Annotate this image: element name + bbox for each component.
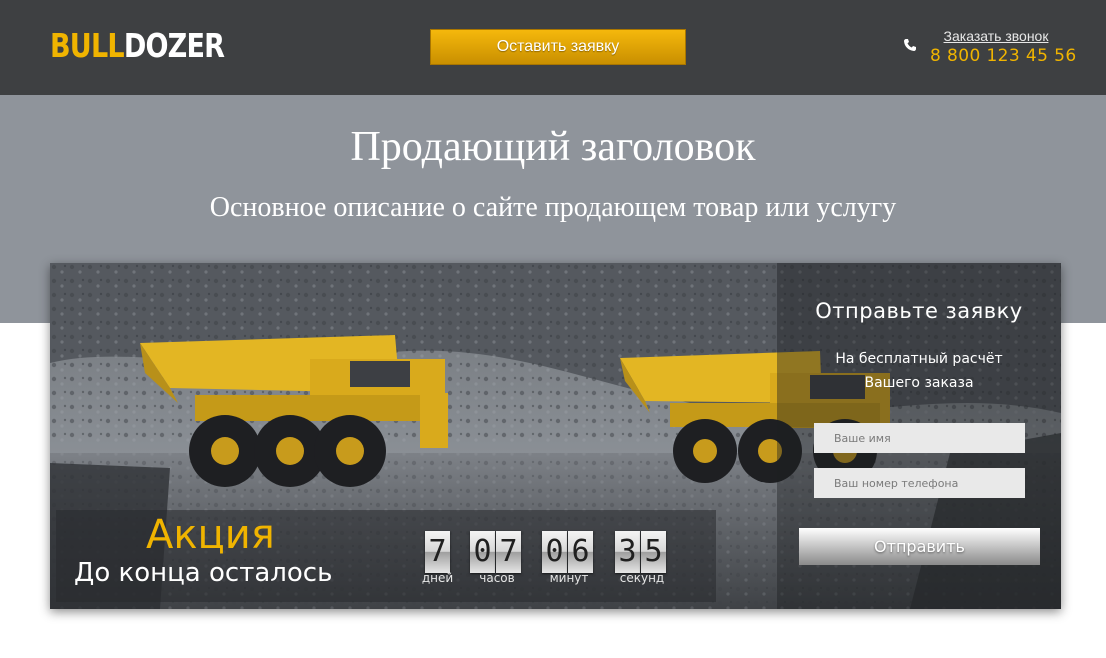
form-title: Отправьте заявку <box>815 299 1023 323</box>
hero-subtitle: Основное описание о сайте продающем това… <box>209 192 897 223</box>
countdown-seconds-label: секунд <box>619 571 665 585</box>
phone-input[interactable] <box>814 468 1025 498</box>
phone-icon <box>904 39 916 51</box>
form-subtitle: На бесплатный расчёт Вашего заказа <box>835 351 1003 391</box>
countdown-days-label: дней <box>421 571 454 585</box>
countdown-hours-digit-1: 0 <box>470 531 495 573</box>
countdown-seconds-digit-2: 5 <box>641 531 666 573</box>
countdown-minutes-digit-1: 0 <box>542 531 567 573</box>
promo-subtitle: До конца осталось <box>74 558 333 588</box>
site-header: BULLDOZER Оставить заявку Заказать звоно… <box>0 0 1106 95</box>
logo-part-dozer: DOZER <box>123 26 225 65</box>
logo[interactable]: BULLDOZER <box>50 26 225 66</box>
countdown-days-digit: 7 <box>425 531 450 573</box>
hero-image-panel: Акция До конца осталось 7 0 7 0 6 3 5 дн… <box>50 263 1061 609</box>
hero-title: Продающий заголовок <box>350 124 756 170</box>
callback-link[interactable]: Заказать звонок <box>930 28 1062 44</box>
countdown-minutes-digit-2: 6 <box>568 531 593 573</box>
request-form: Отправьте заявку На бесплатный расчёт Ва… <box>777 263 1061 609</box>
submit-button[interactable]: Отправить <box>799 528 1040 565</box>
name-input[interactable] <box>814 423 1025 453</box>
countdown-minutes-label: минут <box>549 571 589 585</box>
countdown-hours-digit-2: 7 <box>496 531 521 573</box>
phone-number[interactable]: 8 800 123 45 56 <box>930 46 1077 66</box>
countdown-seconds-digit-1: 3 <box>615 531 640 573</box>
logo-part-bull: BULL <box>50 26 125 65</box>
countdown-hours-label: часов <box>479 571 515 585</box>
promo-title: Акция <box>146 512 275 558</box>
leave-request-button[interactable]: Оставить заявку <box>430 29 686 65</box>
